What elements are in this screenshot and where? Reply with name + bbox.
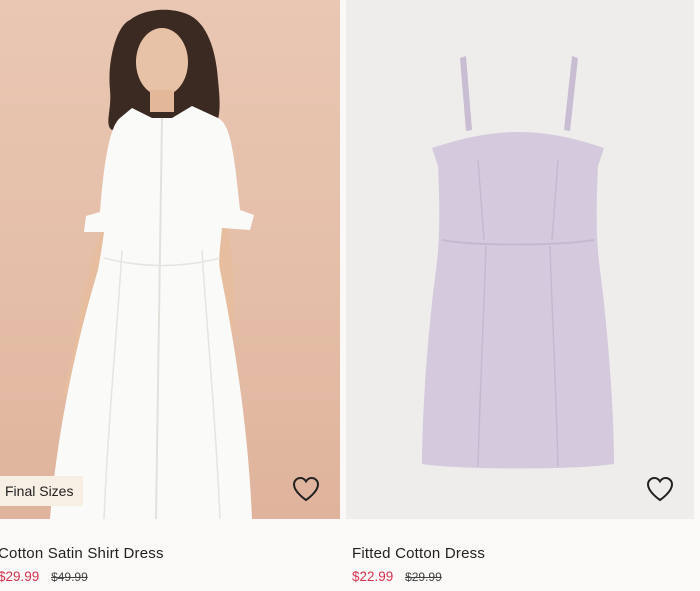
original-price: $29.99: [405, 570, 442, 584]
heart-outline-icon[interactable]: [646, 476, 678, 508]
lilac-dress-image: [422, 56, 614, 469]
product-image[interactable]: Final Sizes: [0, 0, 340, 519]
sale-price: $22.99: [352, 569, 394, 584]
product-info: Fitted Cotton Dress $22.99 $29.99: [346, 519, 694, 584]
model-in-white-dress-image: [50, 9, 254, 519]
product-image[interactable]: [346, 0, 694, 519]
product-prices: $29.99 $49.99: [0, 569, 340, 584]
product-info: Cotton Satin Shirt Dress $29.99 $49.99: [0, 519, 340, 584]
product-card[interactable]: Fitted Cotton Dress $22.99 $29.99: [346, 0, 694, 584]
heart-outline-icon[interactable]: [292, 476, 324, 508]
product-title[interactable]: Fitted Cotton Dress: [346, 545, 694, 562]
product-prices: $22.99 $29.99: [346, 569, 694, 584]
product-card[interactable]: Final Sizes Cotton Satin Shirt Dress $29…: [0, 0, 340, 584]
sale-price: $29.99: [0, 569, 40, 584]
final-sizes-badge: Final Sizes: [0, 476, 84, 506]
original-price: $49.99: [51, 570, 88, 584]
product-title[interactable]: Cotton Satin Shirt Dress: [0, 545, 340, 562]
